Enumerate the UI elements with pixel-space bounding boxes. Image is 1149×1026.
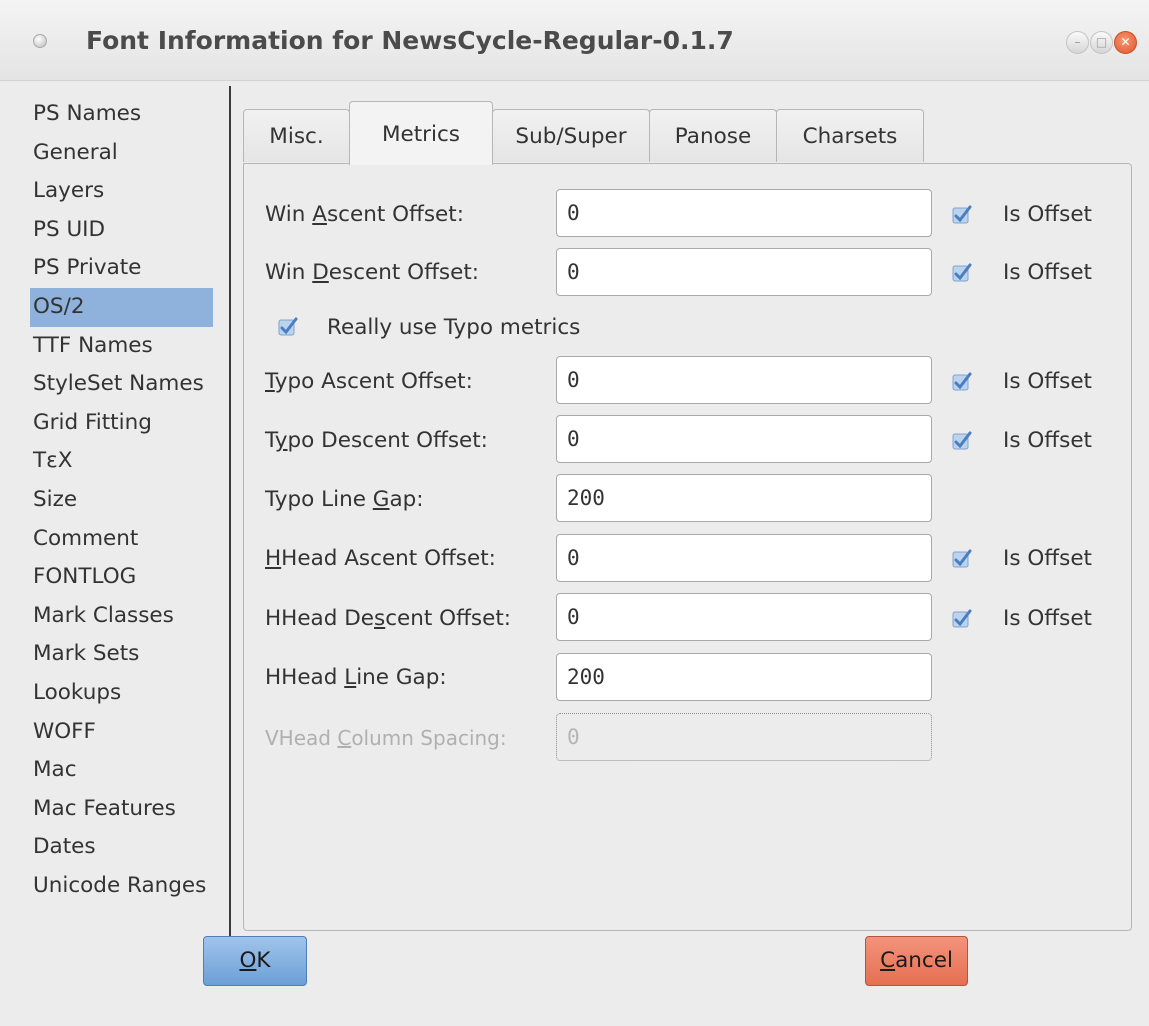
- sidebar-item-lookups[interactable]: Lookups: [33, 674, 228, 713]
- sidebar-item-os2[interactable]: OS/2: [30, 287, 213, 327]
- win-descent-field[interactable]: [556, 248, 932, 296]
- checkmark-icon: [952, 205, 972, 224]
- typo-descent-is-offset-checkbox[interactable]: [952, 431, 972, 451]
- sidebar-item-ttf-names[interactable]: TTF Names: [33, 327, 228, 366]
- hhead-descent-label: HHead Descent Offset:: [265, 606, 511, 631]
- checkmark-icon: [952, 372, 972, 391]
- sidebar-item-ps-uid[interactable]: PS UID: [33, 211, 228, 250]
- checkmark-icon: [952, 263, 972, 282]
- sidebar-item-unicode-ranges[interactable]: Unicode Ranges: [33, 867, 228, 906]
- close-button[interactable]: ✕: [1114, 31, 1137, 54]
- typo-line-gap-field[interactable]: [556, 474, 932, 522]
- checkmark-icon: [952, 431, 972, 450]
- sidebar-item-styleset-names[interactable]: StyleSet Names: [33, 365, 228, 404]
- really-use-typo-checkbox[interactable]: [278, 317, 298, 337]
- win-ascent-field[interactable]: [556, 189, 932, 237]
- win-ascent-is-offset-checkbox[interactable]: [952, 205, 972, 225]
- typo-ascent-field[interactable]: [556, 356, 932, 404]
- win-descent-label: Win Descent Offset:: [265, 260, 480, 285]
- cancel-button[interactable]: Cancel: [865, 936, 968, 986]
- hhead-descent-is-offset-label: Is Offset: [1003, 606, 1092, 631]
- win-descent-is-offset-checkbox[interactable]: [952, 263, 972, 283]
- win-ascent-is-offset-label: Is Offset: [1003, 202, 1092, 227]
- window-menu-icon[interactable]: [33, 34, 47, 48]
- sidebar-item-fontlog[interactable]: FONTLOG: [33, 558, 228, 597]
- minimize-button[interactable]: –: [1066, 31, 1089, 54]
- typo-ascent-is-offset-checkbox[interactable]: [952, 372, 972, 392]
- typo-descent-label: Typo Descent Offset:: [265, 428, 488, 453]
- sidebar-item-grid-fitting[interactable]: Grid Fitting: [33, 404, 228, 443]
- hhead-ascent-label: HHead Ascent Offset:: [265, 546, 496, 571]
- vhead-column-spacing-label: VHead Column Spacing:: [265, 726, 507, 750]
- tab-charsets[interactable]: Charsets: [776, 109, 924, 162]
- vhead-column-spacing-field: [556, 713, 932, 761]
- tab-metrics[interactable]: Metrics: [349, 101, 493, 165]
- tab-misc[interactable]: Misc.: [243, 109, 350, 162]
- checkmark-icon: [952, 609, 972, 628]
- sidebar-item-layers[interactable]: Layers: [33, 172, 228, 211]
- category-list: PS Names General Layers PS UID PS Privat…: [30, 95, 228, 906]
- checkmark-icon: [952, 549, 972, 568]
- sidebar-divider: [229, 86, 231, 944]
- sidebar-item-mac[interactable]: Mac: [33, 751, 228, 790]
- typo-ascent-is-offset-label: Is Offset: [1003, 369, 1092, 394]
- sidebar-item-general[interactable]: General: [33, 134, 228, 173]
- window-title: Font Information for NewsCycle-Regular-0…: [86, 26, 734, 55]
- sidebar-item-tex[interactable]: TεX: [33, 442, 228, 481]
- checkmark-icon: [278, 317, 298, 336]
- sidebar-item-dates[interactable]: Dates: [33, 828, 228, 867]
- sidebar-item-woff[interactable]: WOFF: [33, 713, 228, 752]
- hhead-ascent-field[interactable]: [556, 534, 932, 582]
- maximize-button[interactable]: □: [1090, 31, 1113, 54]
- hhead-descent-is-offset-checkbox[interactable]: [952, 609, 972, 629]
- sidebar-item-mark-classes[interactable]: Mark Classes: [33, 597, 228, 636]
- hhead-ascent-is-offset-checkbox[interactable]: [952, 549, 972, 569]
- sidebar-item-comment[interactable]: Comment: [33, 520, 228, 559]
- window-controls: – □ ✕: [1065, 31, 1137, 54]
- title-bar: Font Information for NewsCycle-Regular-0…: [0, 0, 1149, 81]
- ok-button[interactable]: OK: [203, 936, 307, 986]
- typo-descent-field[interactable]: [556, 415, 932, 463]
- typo-line-gap-label: Typo Line Gap:: [265, 487, 424, 512]
- win-ascent-label: Win Ascent Offset:: [265, 202, 464, 227]
- tab-panose[interactable]: Panose: [649, 109, 777, 162]
- sidebar-item-mac-features[interactable]: Mac Features: [33, 790, 228, 829]
- tab-sub-super[interactable]: Sub/Super: [492, 109, 650, 162]
- typo-ascent-label: Typo Ascent Offset:: [265, 369, 473, 394]
- win-descent-is-offset-label: Is Offset: [1003, 260, 1092, 285]
- hhead-descent-field[interactable]: [556, 593, 932, 641]
- sidebar-item-ps-names[interactable]: PS Names: [33, 95, 228, 134]
- sidebar-item-mark-sets[interactable]: Mark Sets: [33, 635, 228, 674]
- typo-descent-is-offset-label: Is Offset: [1003, 428, 1092, 453]
- sidebar-item-ps-private[interactable]: PS Private: [33, 249, 228, 288]
- hhead-line-gap-label: HHead Line Gap:: [265, 665, 447, 690]
- hhead-line-gap-field[interactable]: [556, 653, 932, 701]
- sidebar-item-size[interactable]: Size: [33, 481, 228, 520]
- really-use-typo-label: Really use Typo metrics: [327, 315, 581, 340]
- hhead-ascent-is-offset-label: Is Offset: [1003, 546, 1092, 571]
